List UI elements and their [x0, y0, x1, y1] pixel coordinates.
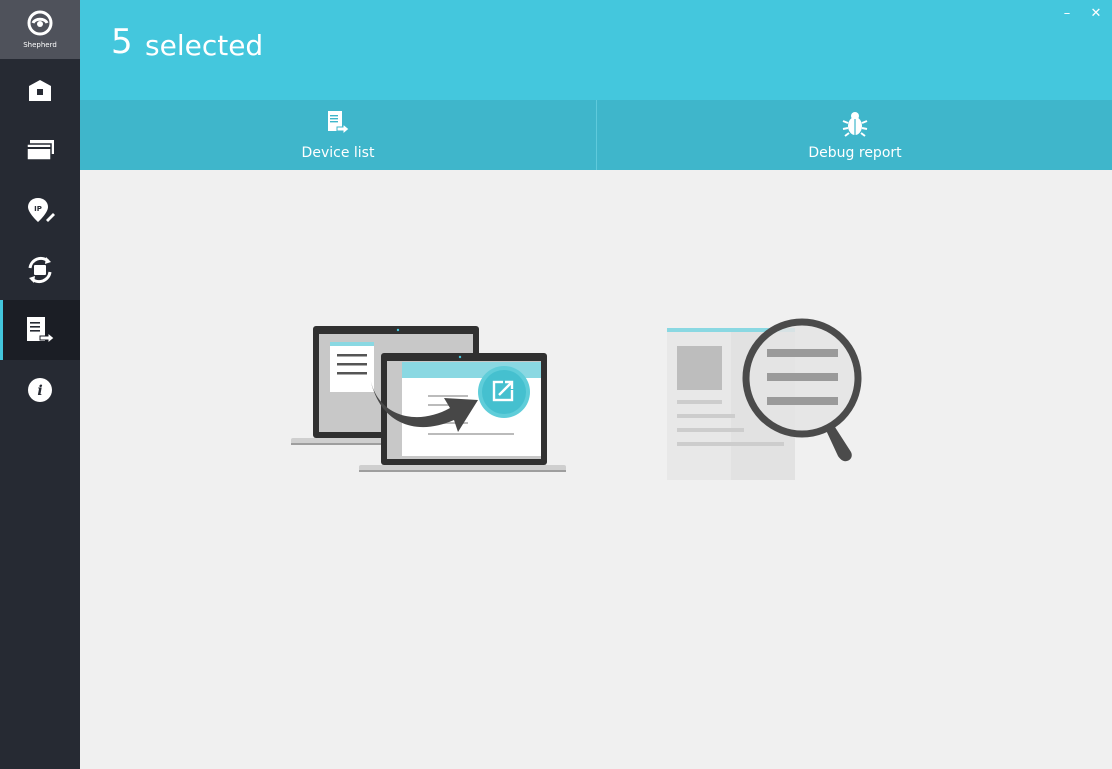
- sidebar-item-export[interactable]: [0, 300, 80, 360]
- tab-label: Debug report: [808, 145, 902, 161]
- svg-text:IP: IP: [34, 205, 42, 213]
- home-icon: [29, 80, 51, 101]
- app-logo: Shepherd: [0, 0, 80, 59]
- tab-device-list[interactable]: Device list: [80, 100, 596, 170]
- firmware-update-icon: [28, 256, 52, 284]
- ip-location-icon: IP: [28, 198, 55, 222]
- shepherd-logo-icon: [27, 10, 53, 36]
- tab-label: Device list: [301, 145, 375, 161]
- sidebar-item-home[interactable]: [0, 60, 80, 120]
- device-list-illustration: [291, 326, 566, 472]
- devices-icon: [26, 140, 54, 161]
- svg-text:i: i: [37, 383, 42, 399]
- tab-debug-report[interactable]: Debug report: [597, 100, 1112, 170]
- export-document-icon: [328, 111, 350, 136]
- app-name: Shepherd: [23, 41, 57, 49]
- sidebar-item-info[interactable]: i: [0, 360, 80, 420]
- close-button[interactable]: ✕: [1088, 6, 1104, 22]
- selected-label: selected: [145, 29, 264, 62]
- sidebar-item-update[interactable]: [0, 240, 80, 300]
- bug-icon: [842, 112, 868, 137]
- header: 5 selected – ✕: [80, 0, 1112, 100]
- debug-report-illustration: [667, 318, 862, 480]
- sidebar-item-ip[interactable]: IP: [0, 180, 80, 240]
- minimize-button[interactable]: –: [1059, 6, 1075, 22]
- sidebar-item-devices[interactable]: [0, 120, 80, 180]
- action-tabs: Device list Debug report: [80, 100, 1112, 170]
- info-icon: i: [28, 378, 52, 402]
- sidebar: Shepherd IP i: [0, 0, 80, 769]
- export-icon: [27, 317, 55, 345]
- selected-count: 5: [111, 22, 133, 62]
